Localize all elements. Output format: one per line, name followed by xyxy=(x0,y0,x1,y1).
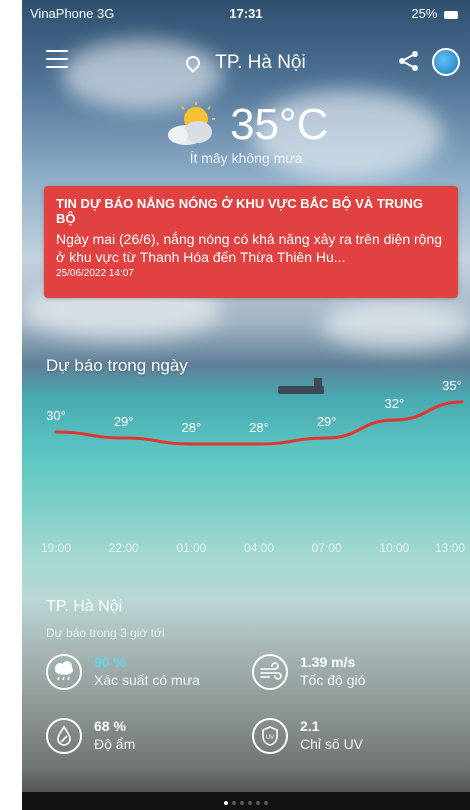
humidity: 68 % Độ ẩm xyxy=(46,718,246,762)
time-axis-label: 04:00 xyxy=(244,541,274,555)
rain-cloud-icon xyxy=(46,654,82,690)
battery-percent: 25% xyxy=(411,6,438,21)
page-dot[interactable] xyxy=(248,801,252,805)
temperature-point-label: 29° xyxy=(114,414,134,429)
background-cloud xyxy=(322,300,470,350)
rain-label: Xác suất có mưa xyxy=(94,672,200,688)
weather-alert-card[interactable]: TIN DỰ BÁO NẮNG NÓNG Ở KHU VỰC BẮC BỘ VÀ… xyxy=(44,186,458,298)
forecast-title: Dự báo trong ngày xyxy=(46,356,188,375)
status-bar: VinaPhone 3G 17:31 25% xyxy=(22,0,470,28)
weather-screen: VinaPhone 3G 17:31 25% TP. Hà Nội 35°C Í… xyxy=(22,0,470,810)
time-axis-label: 07:00 xyxy=(312,541,342,555)
weather-description: Ít mây không mưa xyxy=(189,150,303,166)
temperature-point-label: 28° xyxy=(249,420,269,435)
temperature-point-label: 30° xyxy=(46,408,66,423)
app-logo-icon[interactable] xyxy=(432,48,460,76)
alert-timestamp: 25/06/2022 14:07 xyxy=(56,268,134,279)
svg-text:UV: UV xyxy=(266,735,274,741)
uv-label: Chỉ số UV xyxy=(300,736,364,752)
page-dot[interactable] xyxy=(224,801,228,805)
humidity-value: 68 % xyxy=(94,718,126,734)
page-dot[interactable] xyxy=(232,801,236,805)
alert-title: TIN DỰ BÁO NẮNG NÓNG Ở KHU VỰC BẮC BỘ VÀ… xyxy=(56,196,424,226)
time-axis-label: 10:00 xyxy=(379,541,409,555)
location-pin-icon xyxy=(183,53,204,73)
hourly-forecast-chart[interactable]: 30° 29° 28° 28° 29° 32° 35° 19:00 22:00 01:00 04:… xyxy=(22,380,470,570)
wind-value: 1.39 m/s xyxy=(300,654,356,670)
details-subtitle: Dự báo trong 3 giờ tới xyxy=(46,626,165,640)
temperature-point-label: 32° xyxy=(384,396,404,411)
temperature-point-label: 28° xyxy=(181,420,201,435)
wind-speed: 1.39 m/s Tốc độ gió xyxy=(252,654,452,698)
share-icon[interactable] xyxy=(398,50,420,72)
wind-icon xyxy=(252,654,288,690)
page-dot[interactable] xyxy=(264,801,268,805)
details-location: TP. Hà Nội xyxy=(46,598,123,615)
page-indicator[interactable] xyxy=(22,799,470,805)
current-temperature: 35°C xyxy=(230,100,329,149)
alert-body: Ngày mai (26/6), nắng nóng có khả năng x… xyxy=(56,231,443,265)
top-bar: TP. Hà Nội xyxy=(22,40,470,84)
time-axis-label: 19:00 xyxy=(41,541,71,555)
page-dot[interactable] xyxy=(256,801,260,805)
uv-index: UV 2.1 Chỉ số UV xyxy=(252,718,452,762)
page-dot[interactable] xyxy=(240,801,244,805)
clock: 17:31 xyxy=(229,6,263,21)
wind-label: Tốc độ gió xyxy=(300,672,366,688)
battery-indicator: 25% xyxy=(411,6,458,21)
current-weather: 35°C xyxy=(22,100,470,150)
humidity-label: Độ ẩm xyxy=(94,736,136,752)
time-axis-label: 22:00 xyxy=(109,541,139,555)
uv-value: 2.1 xyxy=(300,718,320,734)
time-axis-label: 13:00 xyxy=(435,541,465,555)
temperature-point-label: 35° xyxy=(442,380,462,393)
temperature-point-label: 29° xyxy=(317,414,337,429)
pager-bar xyxy=(22,792,470,810)
partly-cloudy-sun-icon xyxy=(167,102,215,145)
rain-probability: 90 % Xác suất có mưa xyxy=(46,654,246,698)
time-axis-label: 01:00 xyxy=(176,541,206,555)
humidity-drop-icon xyxy=(46,718,82,754)
battery-icon xyxy=(444,10,458,19)
uv-shield-icon: UV xyxy=(252,718,288,754)
rain-value: 90 % xyxy=(94,654,126,670)
location-name: TP. Hà Nội xyxy=(215,52,306,73)
